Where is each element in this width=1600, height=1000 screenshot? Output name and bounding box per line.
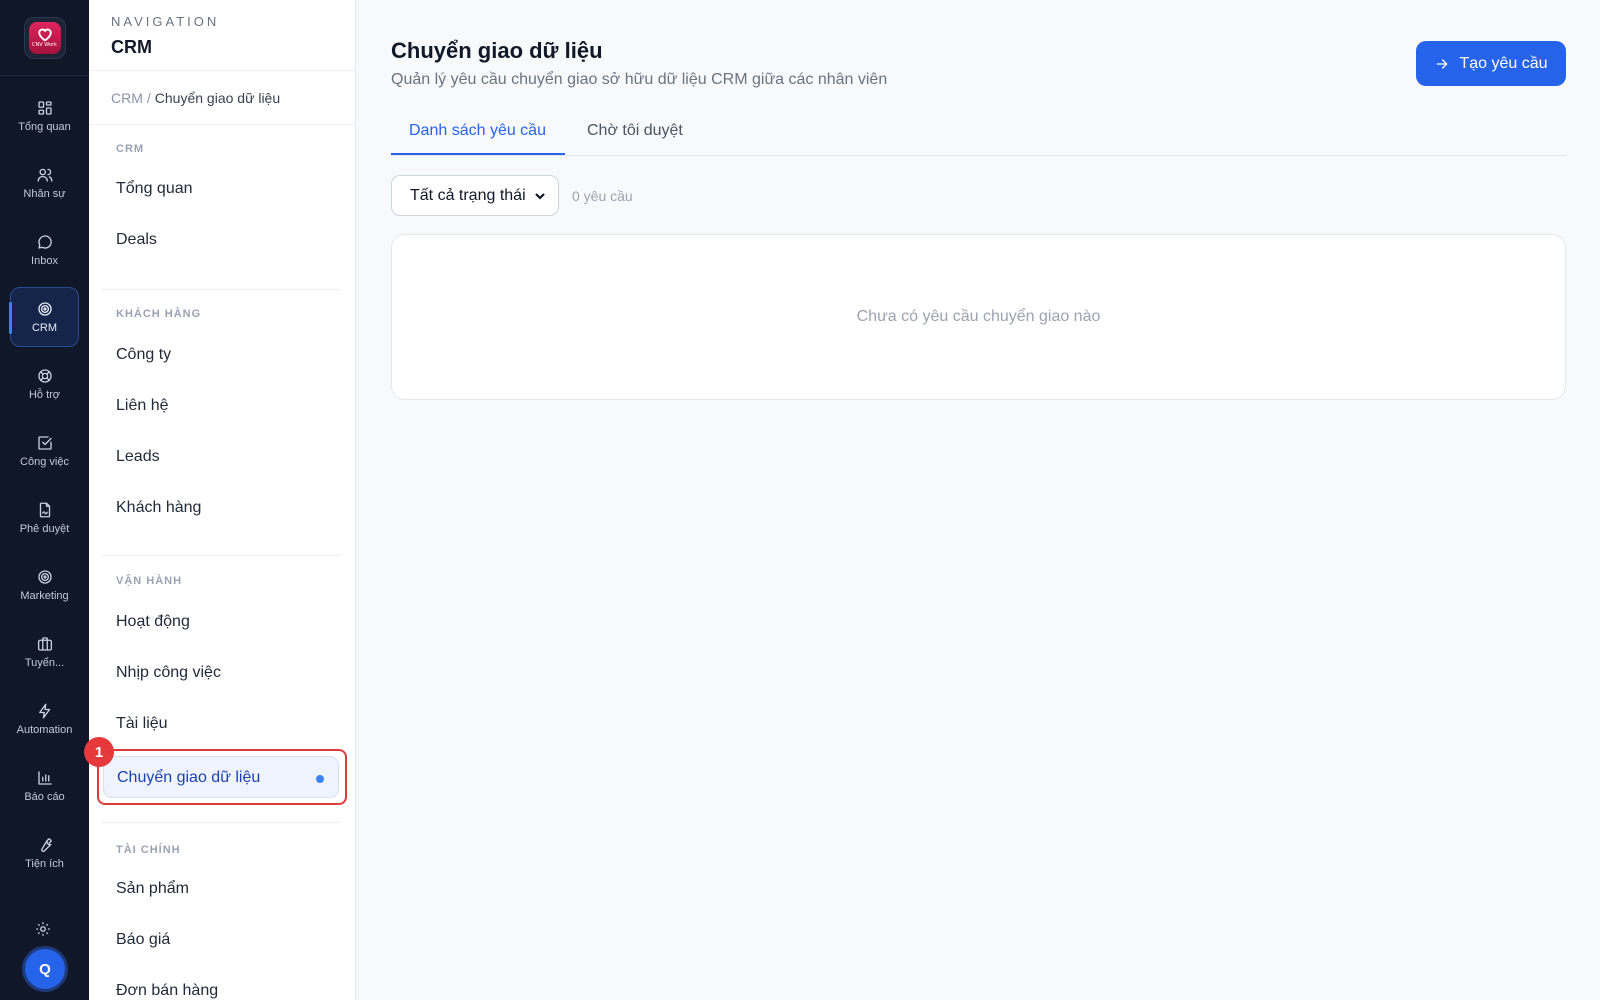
status-filter-select[interactable]: Tất cả trạng thái [391, 175, 559, 216]
empty-state-text: Chưa có yêu cầu chuyển giao nào [856, 308, 1101, 325]
rail-item-tong-quan[interactable]: Tổng quan [10, 86, 79, 146]
nav-divider [101, 555, 341, 556]
logo-text: CNV Work [32, 42, 57, 48]
nav-divider [101, 289, 341, 290]
rail-item-label: CRM [31, 322, 58, 334]
nav-divider [101, 822, 341, 823]
nav-item-nhip-cong-viec[interactable]: Nhịp công việc [116, 664, 221, 682]
nav-item-lien-he[interactable]: Liên hệ [116, 397, 169, 415]
app-rail: CNV Work Tổng quan Nhân sự Inbox CRM Hỗ … [0, 0, 89, 1000]
nav-header-title: CRM [111, 37, 152, 57]
users-icon [37, 168, 52, 182]
nav-header: NAVIGATION CRM [89, 0, 355, 71]
rail-item-label: Phê duyệt [19, 523, 70, 535]
rail-item-inbox[interactable]: Inbox [10, 220, 79, 280]
grid-icon [37, 101, 52, 115]
heart-logo-icon: CNV Work [28, 21, 61, 54]
rail-item-bao-cao[interactable]: Báo cáo [10, 756, 79, 816]
target-icon [37, 302, 52, 316]
nav-section-khach-hang: KHÁCH HÀNG [116, 308, 202, 320]
page-title: Chuyển giao dữ liệu [391, 38, 603, 63]
chevron-down-icon [534, 189, 546, 201]
settings-gear-icon[interactable] [34, 920, 54, 940]
breadcrumb-current: Chuyển giao dữ liệu [154, 90, 281, 106]
request-count: 0 yêu cầu [572, 188, 633, 204]
rail-item-label: Inbox [31, 255, 58, 267]
rail-item-label: Nhân sự [23, 188, 66, 200]
briefcase-icon [37, 637, 52, 651]
nav-item-hoat-dong[interactable]: Hoạt động [116, 613, 190, 631]
rail-item-nhan-su[interactable]: Nhân sự [10, 153, 79, 213]
rail-item-ho-tro[interactable]: Hỗ trợ [10, 354, 79, 414]
nav-item-tong-quan[interactable]: Tổng quan [116, 180, 193, 198]
tab-cho-toi-duyet[interactable]: Chờ tôi duyệt [587, 122, 683, 140]
arrow-right-icon [1437, 58, 1448, 69]
breadcrumb-root[interactable]: CRM [111, 90, 143, 106]
bar-chart-icon [37, 771, 52, 785]
nav-item-tai-lieu[interactable]: Tài liệu [116, 715, 168, 733]
bolt-icon [38, 703, 50, 719]
nav-header-label: NAVIGATION [111, 14, 220, 29]
rail-item-automation[interactable]: Automation [10, 689, 79, 749]
rail-item-label: Công việc [20, 456, 69, 468]
breadcrumb: CRM / Chuyển giao dữ liệu [89, 71, 355, 125]
nav-item-khach-hang[interactable]: Khách hàng [116, 499, 201, 517]
nav-section-tai-chinh: TÀI CHÍNH [116, 844, 181, 856]
nav-item-deals[interactable]: Deals [116, 231, 157, 249]
rail-item-cong-viec[interactable]: Công việc [10, 421, 79, 481]
rail-item-marketing[interactable]: Marketing [10, 555, 79, 615]
user-avatar[interactable]: Q [22, 946, 68, 992]
rail-item-phe-duyet[interactable]: Phê duyệt [10, 488, 79, 548]
create-request-label: Tạo yêu cầu [1459, 54, 1548, 72]
status-filter-value: Tất cả trạng thái [410, 186, 526, 204]
nav-item-bao-gia[interactable]: Báo giá [116, 931, 170, 949]
target-icon [37, 570, 52, 584]
nav-item-cong-ty[interactable]: Công ty [116, 346, 171, 364]
rail-item-label: Tuyển... [24, 657, 65, 669]
logo-area: CNV Work [0, 0, 89, 76]
annotation-badge: 1 [84, 737, 114, 767]
rail-item-tuyen-dung[interactable]: Tuyển... [10, 622, 79, 682]
navigation-panel: NAVIGATION CRM CRM / Chuyển giao dữ liệu C… [84, 0, 356, 1000]
check-square-icon [37, 436, 52, 450]
rail-item-label: Tiện ích [25, 858, 64, 870]
annotation-highlight-box [97, 749, 347, 805]
rail-item-crm[interactable]: CRM [9, 287, 79, 347]
rail-item-label: Marketing [20, 590, 69, 602]
nav-item-don-ban-hang[interactable]: Đơn bán hàng [116, 982, 218, 1000]
tab-danh-sach-yeu-cau[interactable]: Danh sách yêu cầu [409, 122, 546, 140]
rail-item-label: Automation [16, 724, 73, 736]
empty-state-card: Chưa có yêu cầu chuyển giao nào [391, 234, 1566, 400]
file-sign-icon [39, 502, 50, 518]
rail-item-tien-ich[interactable]: Tiện ích [10, 823, 79, 883]
wrench-icon [40, 838, 52, 852]
nav-item-leads[interactable]: Leads [116, 448, 160, 466]
active-tab-underline [391, 153, 565, 155]
page-subtitle: Quản lý yêu cầu chuyển giao sở hữu dữ li… [391, 71, 888, 88]
create-request-button[interactable]: Tạo yêu cầu [1416, 41, 1566, 86]
tabs-bar: Danh sách yêu cầu Chờ tôi duyệt [391, 112, 1566, 156]
rail-item-label: Báo cáo [24, 791, 65, 803]
app-logo[interactable]: CNV Work [23, 16, 66, 59]
rail-item-label: Tổng quan [18, 121, 71, 133]
lifebuoy-icon [37, 369, 52, 383]
rail-item-label: Hỗ trợ [28, 389, 61, 401]
chat-icon [37, 235, 52, 249]
breadcrumb-separator: / [146, 90, 151, 106]
nav-section-crm: CRM [116, 143, 145, 155]
nav-item-san-pham[interactable]: Sản phẩm [116, 880, 189, 898]
nav-section-van-hanh: VẬN HÀNH [116, 575, 183, 587]
